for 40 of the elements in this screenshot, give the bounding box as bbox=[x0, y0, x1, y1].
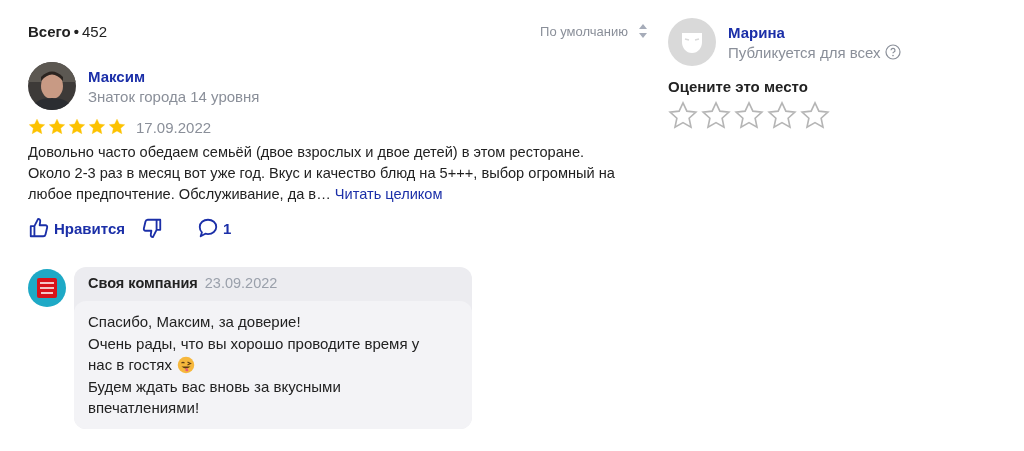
total-label: Всего bbox=[28, 22, 71, 40]
author-name[interactable]: Максим bbox=[88, 67, 145, 85]
comment-icon bbox=[197, 217, 220, 239]
filled-star-icon bbox=[108, 118, 126, 136]
dislike-button[interactable] bbox=[141, 217, 164, 239]
reply-text: Спасибо, Максим, за доверие! bbox=[88, 312, 301, 332]
empty-star-icon bbox=[668, 101, 698, 131]
empty-star-icon bbox=[734, 101, 764, 131]
user-name[interactable]: Марина bbox=[728, 23, 785, 41]
filled-star-icon bbox=[28, 118, 46, 136]
review-count: 452 bbox=[82, 22, 108, 40]
filled-star-icon bbox=[48, 118, 66, 136]
review-date: 17.09.2022 bbox=[136, 118, 212, 136]
company-logo-icon bbox=[28, 269, 66, 307]
reply-text: Очень рады, что вы хорошо проводите время у bbox=[88, 333, 420, 354]
reply-text: нас в гостях bbox=[88, 355, 172, 375]
filled-star-icon bbox=[68, 118, 86, 136]
thumbs-down-icon bbox=[141, 217, 164, 239]
anonymous-avatar-icon bbox=[668, 18, 716, 66]
help-icon[interactable] bbox=[884, 44, 901, 60]
filled-star-icon bbox=[88, 118, 106, 136]
rate-title: Оцените это место bbox=[668, 78, 809, 95]
question-icon bbox=[884, 44, 901, 60]
publish-note: Публикуется для всех bbox=[728, 43, 881, 61]
empty-star-icon bbox=[767, 101, 797, 131]
like-button[interactable]: Нравится bbox=[28, 217, 126, 239]
separator-dot: • bbox=[73, 22, 79, 40]
comments-button[interactable]: 1 bbox=[197, 217, 232, 239]
reply-text: Будем ждать вас вновь за вкусными bbox=[88, 376, 341, 397]
emoji-icon bbox=[176, 355, 195, 374]
reply-text: впечатлениями! bbox=[88, 398, 200, 418]
review-text: Довольно часто обедаем семьёй (двое взрослых и двое детей) в этом ресторане. Около 2-3 раз в месяц вот уже год. Вкус и качество блюд на 5+++, выбор огромный на любое предпочтение. Обслуживание, да в… Читать целиком bbox=[28, 143, 616, 204]
thumbs-up-icon bbox=[28, 217, 50, 239]
empty-star-icon bbox=[701, 101, 731, 131]
company-name: Своя компания bbox=[88, 275, 198, 291]
read-more-link[interactable]: Читать целиком bbox=[334, 186, 443, 202]
author-level: Знаток города 14 уровня bbox=[88, 87, 260, 105]
empty-star-icon bbox=[800, 101, 830, 131]
reply-date: 23.09.2022 bbox=[204, 275, 278, 291]
sort-icon bbox=[638, 23, 648, 39]
